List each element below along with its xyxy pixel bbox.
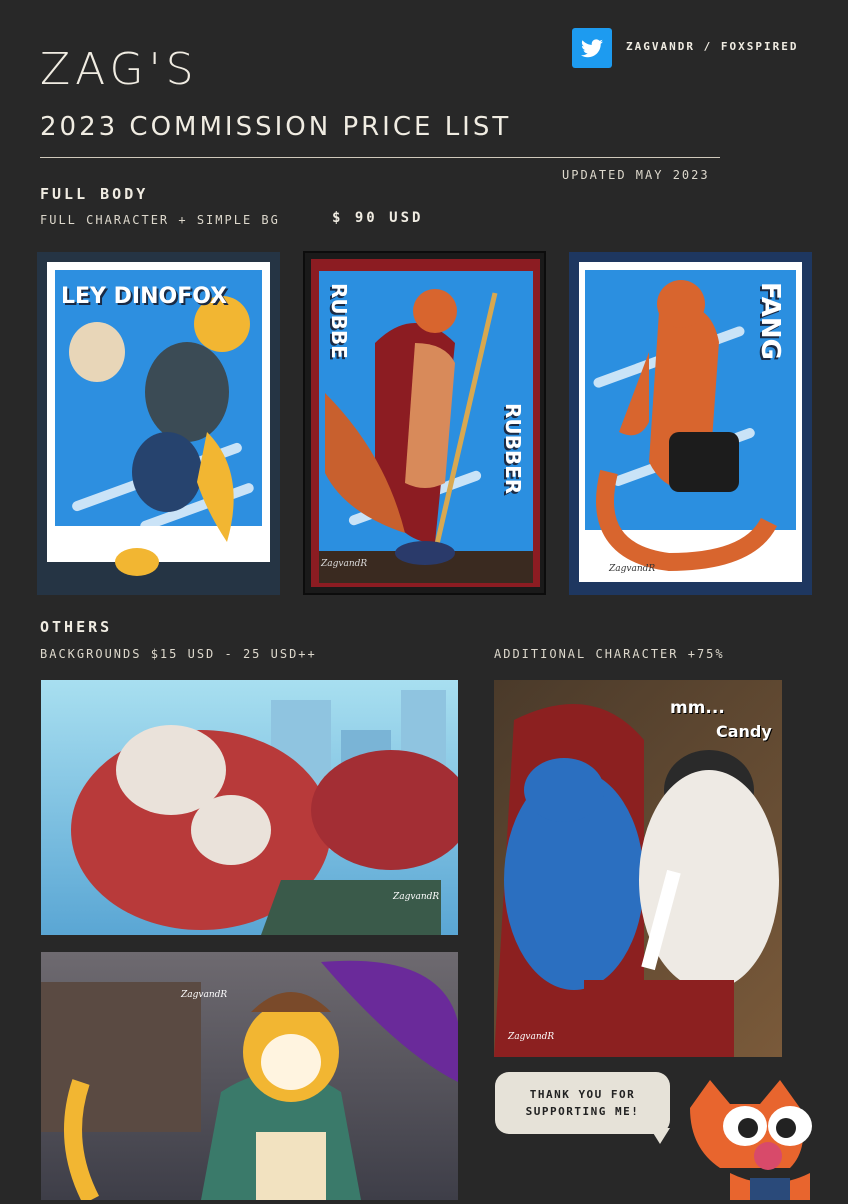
- divider: [40, 157, 720, 158]
- fox-mascot-icon: [680, 1078, 848, 1200]
- page-title: ZAG'S: [40, 44, 199, 95]
- background-example-city: ZagvandR: [41, 680, 458, 935]
- page-subtitle: 2023 COMMISSION PRICE LIST: [40, 112, 512, 142]
- artist-signature: ZagvandR: [181, 990, 228, 1000]
- twitter-icon[interactable]: [572, 28, 612, 68]
- additional-character-price: ADDITIONAL CHARACTER +75%: [494, 647, 725, 661]
- example-label-bottom: RUBBER: [501, 403, 525, 495]
- example-art-rubber: RUBBE RUBBER ZagvandR: [303, 251, 546, 595]
- thank-you-bubble: THANK YOU FOR SUPPORTING ME!: [495, 1072, 670, 1134]
- example-label-top: RUBBE: [327, 283, 351, 359]
- social-handle[interactable]: ZAGVANDR / FOXSPIRED: [626, 40, 798, 53]
- artist-signature: ZagvandR: [393, 892, 440, 902]
- section-heading-full-body: FULL BODY: [40, 185, 149, 203]
- duo-text-candy: Candy: [716, 722, 772, 741]
- artist-signature: ZagvandR: [508, 1032, 555, 1042]
- artist-signature: ZagvandR: [321, 559, 368, 569]
- background-example-street: ZagvandR: [41, 952, 458, 1200]
- example-art-ley-dinofox: LEY DINOFOX: [37, 252, 280, 595]
- additional-character-example: mm... Candy ZagvandR: [494, 680, 782, 1057]
- duo-text-mm: mm...: [670, 698, 725, 718]
- full-body-description: FULL CHARACTER + SIMPLE BG: [40, 213, 280, 227]
- full-body-price: $ 90 USD: [332, 210, 424, 226]
- artist-signature: ZagvandR: [609, 564, 656, 574]
- example-label: LEY DINOFOX: [61, 284, 228, 309]
- example-label: FANG: [755, 282, 785, 360]
- section-heading-others: OTHERS: [40, 618, 113, 636]
- updated-date: UPDATED MAY 2023: [562, 168, 710, 182]
- example-art-fang: FANG ZagvandR: [569, 252, 812, 595]
- speech-bubble-tail: [650, 1128, 670, 1144]
- backgrounds-price: BACKGROUNDS $15 USD - 25 USD++: [40, 647, 317, 661]
